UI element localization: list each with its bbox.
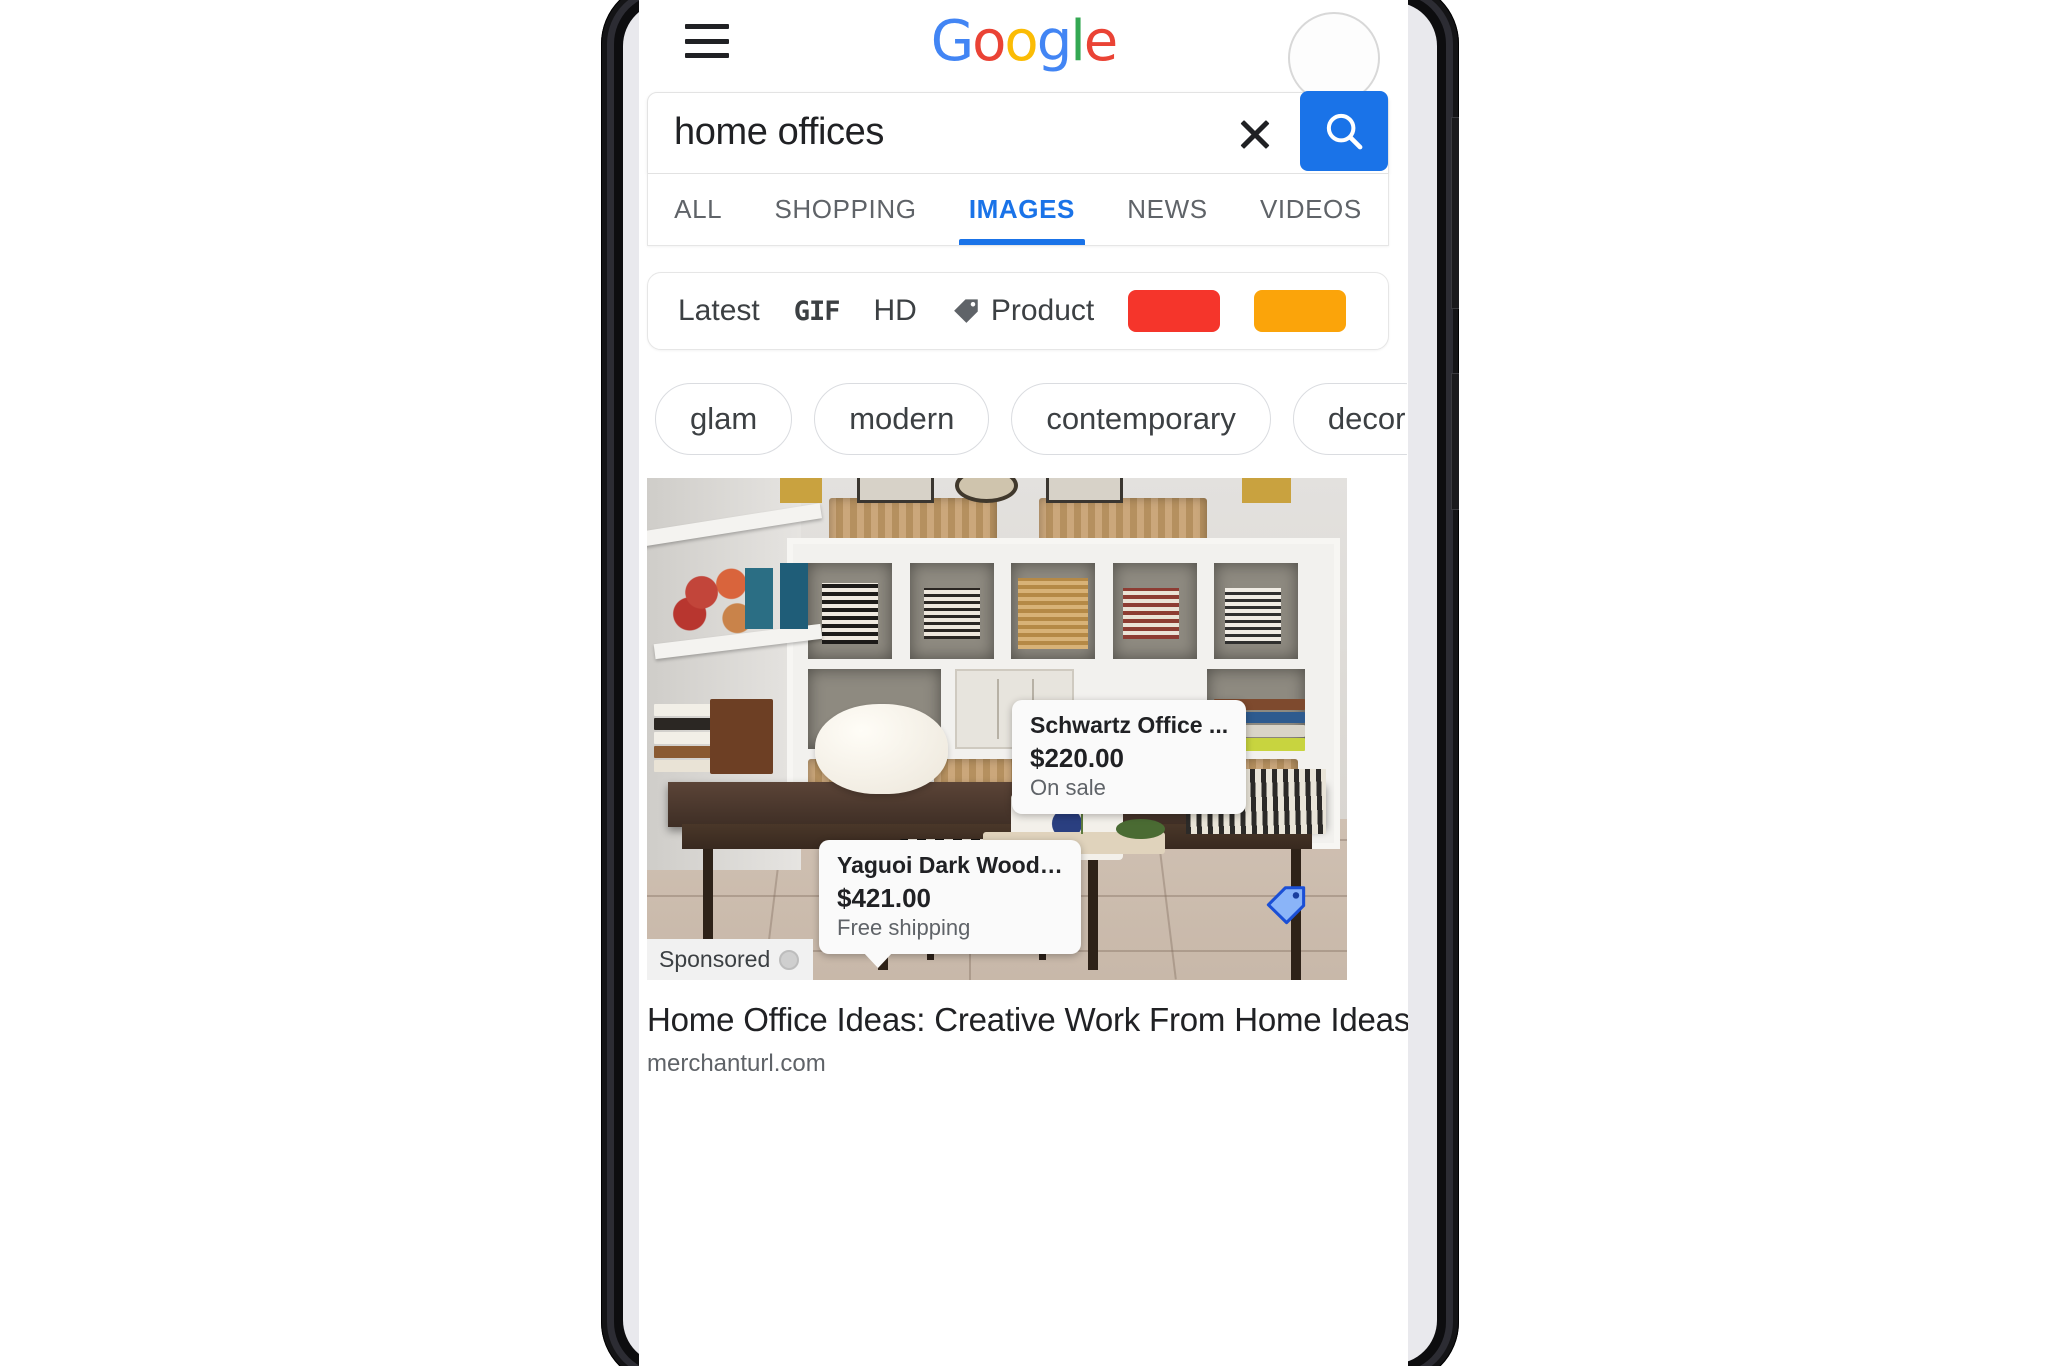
search-vertical-tabs: ALL SHOPPING IMAGES NEWS VIDEOS (647, 174, 1389, 246)
tab-images[interactable]: IMAGES (958, 174, 1086, 245)
related-search-chips: glam modern contemporary decor (647, 376, 1407, 462)
chip-modern[interactable]: modern (814, 383, 990, 455)
sponsored-label: Sponsored (659, 946, 771, 972)
left-background-mask (0, 0, 601, 1366)
result-url[interactable]: merchanturl.com (647, 1050, 1387, 1078)
product-note: On sale (1030, 775, 1106, 801)
red-swatch[interactable] (1128, 290, 1221, 332)
product-card[interactable]: Schwartz Office ... $220.00 On sale (1012, 700, 1247, 815)
logo-letter-g2: g (1036, 9, 1073, 74)
image-filter-bar: Latest GIF HD Product (647, 272, 1389, 350)
result-image[interactable]: Schwartz Office ... $220.00 On sale Yagu… (647, 478, 1347, 980)
filter-product-label: Product (990, 294, 1095, 327)
close-x-icon[interactable] (1234, 113, 1276, 155)
logo-letter-l: l (1070, 9, 1086, 74)
product-price: $220.00 (1030, 743, 1124, 774)
product-name: Schwartz Office ... (1030, 712, 1229, 738)
chip-contemporary[interactable]: contemporary (1011, 383, 1271, 455)
chip-glam[interactable]: glam (655, 383, 793, 455)
tab-shopping[interactable]: SHOPPING (770, 174, 920, 245)
result-caption: Home Office Ideas: Creative Work From Ho… (647, 1000, 1408, 1078)
tab-videos[interactable]: VIDEOS (1256, 174, 1366, 245)
product-price: $421.00 (837, 883, 931, 914)
price-tag-icon (953, 299, 978, 323)
screenshot-stage: Google home offices ALL SHOPPING IMAGES … (0, 0, 2048, 1366)
price-tag-icon[interactable] (1263, 882, 1309, 928)
result-title[interactable]: Home Office Ideas: Creative Work From Ho… (647, 1000, 1408, 1040)
chip-decor[interactable]: decor (1292, 383, 1407, 455)
filter-gif[interactable]: GIF (794, 296, 841, 327)
filter-product[interactable]: Product (951, 294, 1094, 328)
sponsored-badge: Sponsored (647, 939, 814, 980)
app-top-bar: Google (639, 0, 1408, 104)
product-note: Free shipping (837, 915, 971, 941)
right-background-mask (1459, 0, 2048, 1366)
product-card[interactable]: Yaguoi Dark Wood… $421.00 Free shipping (819, 840, 1081, 969)
logo-letter-g1: G (930, 9, 974, 74)
search-button[interactable] (1300, 91, 1388, 171)
phone-screen: Google home offices ALL SHOPPING IMAGES … (639, 0, 1408, 1366)
search-bar[interactable]: home offices (647, 91, 1389, 174)
filter-hd[interactable]: HD (874, 294, 917, 328)
magnifier-icon (1326, 113, 1363, 150)
orange-swatch[interactable] (1254, 290, 1347, 332)
search-input[interactable]: home offices (674, 111, 884, 154)
tab-all[interactable]: ALL (670, 174, 726, 245)
filter-latest[interactable]: Latest (678, 294, 760, 328)
logo-letter-o1: o (972, 9, 1006, 74)
logo-letter-o2: o (1004, 9, 1038, 74)
tab-news[interactable]: NEWS (1123, 174, 1211, 245)
logo-letter-e: e (1083, 9, 1118, 74)
product-name: Yaguoi Dark Wood… (837, 852, 1063, 878)
info-icon[interactable] (779, 949, 800, 970)
